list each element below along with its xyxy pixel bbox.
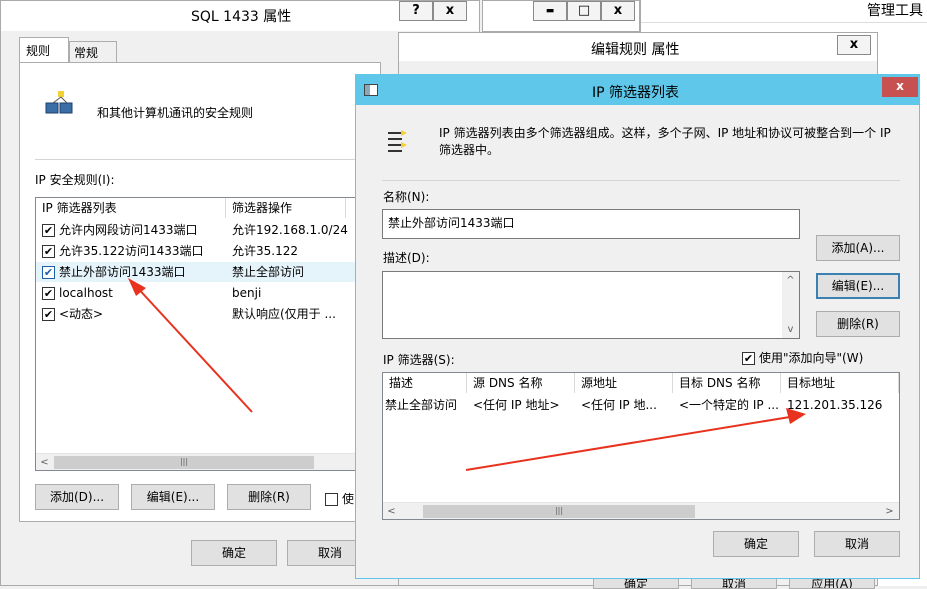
annotation-arrow-left: [133, 283, 253, 413]
annotation-arrow-right: [465, 415, 797, 471]
annotation-arrowhead-right: [786, 408, 806, 424]
annotation-arrows: [128, 278, 806, 471]
